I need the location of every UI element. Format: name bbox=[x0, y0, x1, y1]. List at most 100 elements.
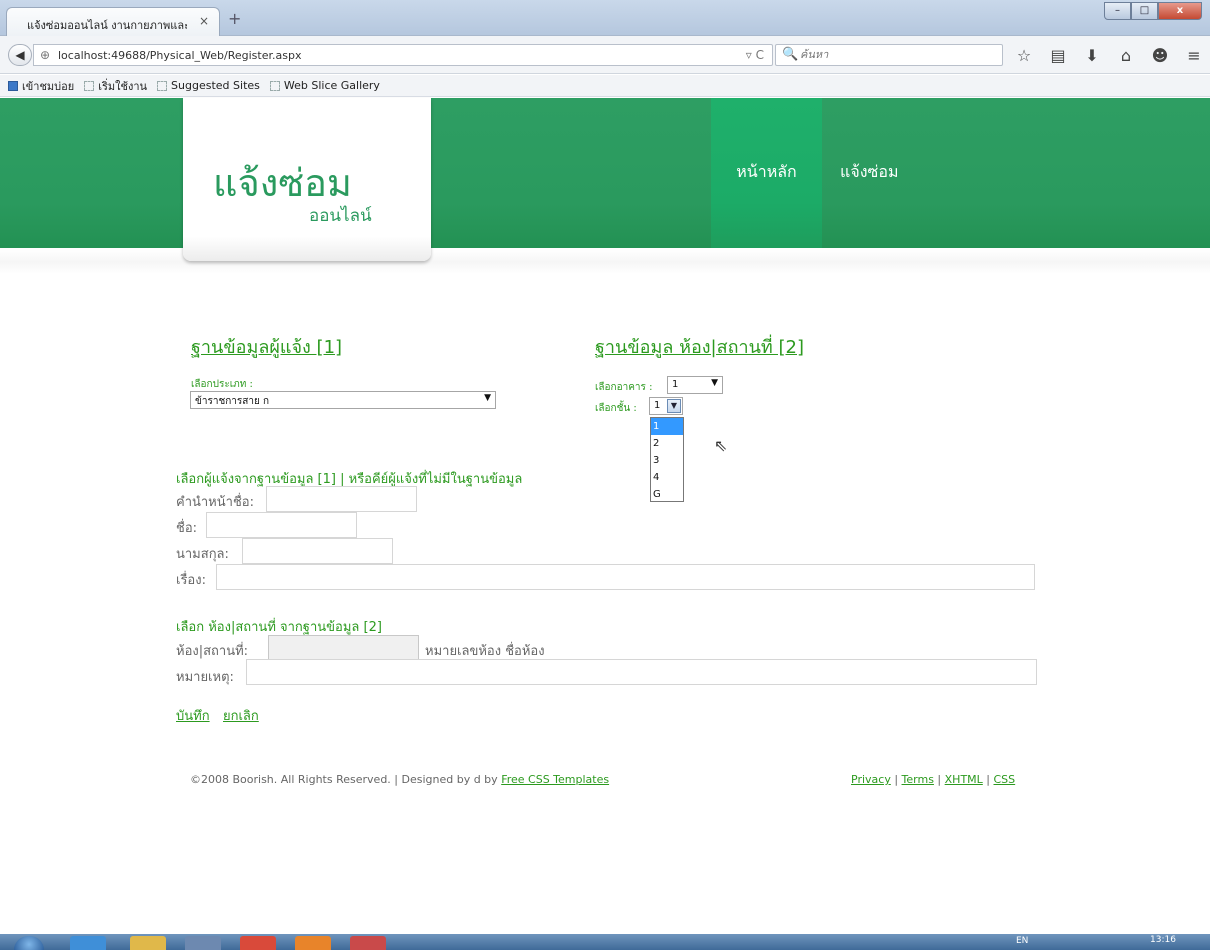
url-text: localhost:49688/Physical_Web/Register.as… bbox=[58, 49, 302, 62]
lastname-label: นามสกุล: bbox=[176, 547, 229, 562]
chevron-down-icon: ▼ bbox=[711, 378, 718, 388]
privacy-link[interactable]: Privacy bbox=[851, 773, 891, 786]
bookmark-most-visited[interactable]: เข้าชมบ่อย bbox=[8, 77, 74, 95]
floor-label: เลือกชั้น : bbox=[595, 403, 637, 414]
footer-links: Privacy | Terms | XHTML | CSS bbox=[851, 773, 1015, 786]
search-input[interactable] bbox=[800, 48, 990, 61]
maximize-button[interactable]: □ bbox=[1131, 2, 1158, 20]
language-indicator[interactable]: EN bbox=[1016, 936, 1028, 946]
section-reporter-title: ฐานข้อมูลผู้แจ้ง [1] bbox=[191, 337, 343, 358]
nav-report[interactable]: แจ้งซ่อม bbox=[840, 160, 899, 185]
home-icon[interactable]: ⌂ bbox=[1116, 46, 1136, 65]
navigation-toolbar: ◀ ⊕ localhost:49688/Physical_Web/Registe… bbox=[0, 36, 1210, 74]
chevron-down-icon: ▼ bbox=[484, 393, 491, 403]
bookmark-star-icon[interactable]: ☆ bbox=[1014, 46, 1034, 65]
chat-icon[interactable]: ☻ bbox=[1150, 46, 1170, 65]
mouse-cursor-icon: ⇖ bbox=[714, 436, 728, 455]
building-select[interactable]: 1 ▼ bbox=[667, 376, 723, 394]
bookmark-web-slice-gallery[interactable]: Web Slice Gallery bbox=[269, 79, 380, 92]
app-taskbar-icon[interactable] bbox=[185, 936, 221, 950]
css-link[interactable]: CSS bbox=[994, 773, 1016, 786]
note-label: หมายเหตุ: bbox=[176, 670, 234, 685]
browser-tab-strip: แจ้งซ่อมออนไลน์ งานกายภาพและ... × + – □ … bbox=[0, 0, 1210, 36]
page-icon bbox=[269, 80, 280, 91]
browser-tools: ☆ ▤ ⬇ ⌂ ☻ ≡ bbox=[1014, 46, 1204, 65]
back-button[interactable]: ◀ bbox=[8, 44, 32, 66]
floor-option[interactable]: 4 bbox=[651, 469, 683, 486]
tab-close-icon[interactable]: × bbox=[199, 14, 209, 28]
window-controls: – □ x bbox=[1104, 2, 1202, 20]
section-location-title: ฐานข้อมูล ห้อง|สถานที่ [2] bbox=[595, 337, 804, 358]
reading-list-icon[interactable]: ▤ bbox=[1048, 46, 1068, 65]
templates-link[interactable]: Free CSS Templates bbox=[501, 773, 609, 786]
floor-select-value: 1 bbox=[654, 400, 661, 411]
chrome-taskbar-icon[interactable] bbox=[240, 936, 276, 950]
firstname-input[interactable] bbox=[206, 512, 357, 538]
site-header bbox=[0, 98, 1210, 248]
new-tab-button[interactable]: + bbox=[228, 9, 241, 28]
xhtml-link[interactable]: XHTML bbox=[945, 773, 983, 786]
type-select-value: ข้าราชการสาย ก bbox=[195, 396, 270, 407]
subject-input[interactable] bbox=[216, 564, 1035, 590]
page-icon bbox=[84, 80, 95, 91]
type-select[interactable]: ข้าราชการสาย ก ▼ bbox=[190, 391, 496, 409]
bookmark-label: Web Slice Gallery bbox=[283, 79, 380, 92]
room-hint: หมายเลขห้อง ชื่อห้อง bbox=[425, 644, 545, 659]
site-identity-icon[interactable]: ⊕ bbox=[40, 48, 50, 62]
downloads-icon[interactable]: ⬇ bbox=[1082, 46, 1102, 65]
room-label: ห้อง|สถานที่: bbox=[176, 644, 249, 659]
copyright-text: ©2008 Boorish. All Rights Reserved. | De… bbox=[190, 773, 502, 786]
building-select-value: 1 bbox=[672, 379, 679, 390]
chevron-down-icon[interactable]: ▼ bbox=[667, 399, 681, 413]
bookmark-getting-started[interactable]: เริ่มใช้งาน bbox=[84, 77, 147, 95]
subject-label: เรื่อง: bbox=[176, 573, 206, 588]
firefox-taskbar-icon[interactable] bbox=[295, 936, 331, 950]
bookmark-suggested-sites[interactable]: Suggested Sites bbox=[157, 79, 260, 92]
floor-option[interactable]: G bbox=[651, 486, 683, 503]
footer-copyright: ©2008 Boorish. All Rights Reserved. | De… bbox=[190, 773, 609, 786]
bookmark-folder-icon bbox=[8, 80, 18, 91]
floor-option[interactable]: 2 bbox=[651, 435, 683, 452]
search-bar[interactable]: 🔍 bbox=[775, 44, 1003, 66]
prefix-label: คำนำหน้าชื่อ: bbox=[176, 495, 254, 510]
firstname-label: ชื่อ: bbox=[176, 521, 198, 536]
tab-title: แจ้งซ่อมออนไลน์ งานกายภาพและ... bbox=[27, 19, 187, 32]
save-link[interactable]: บันทึก bbox=[176, 705, 210, 726]
menu-icon[interactable]: ≡ bbox=[1184, 46, 1204, 65]
location-heading: เลือก ห้อง|สถานที่ จากฐานข้อมูล [2] bbox=[176, 620, 382, 635]
minimize-button[interactable]: – bbox=[1104, 2, 1131, 20]
terms-link[interactable]: Terms bbox=[902, 773, 934, 786]
windows-taskbar bbox=[0, 934, 1210, 950]
separator: | bbox=[890, 773, 902, 786]
type-label: เลือกประเภท : bbox=[191, 379, 253, 390]
lastname-input[interactable] bbox=[242, 538, 393, 564]
page-icon bbox=[157, 80, 168, 91]
explorer-taskbar-icon[interactable] bbox=[130, 936, 166, 950]
cancel-link[interactable]: ยกเลิก bbox=[223, 705, 259, 726]
browser-tab[interactable]: แจ้งซ่อมออนไลน์ งานกายภาพและ... × bbox=[6, 7, 220, 36]
close-window-button[interactable]: x bbox=[1158, 2, 1202, 20]
note-input[interactable] bbox=[246, 659, 1037, 685]
prefix-input[interactable] bbox=[266, 486, 417, 512]
logo-subtitle: ออนไลน์ bbox=[309, 206, 372, 226]
app2-taskbar-icon[interactable] bbox=[350, 936, 386, 950]
room-input[interactable] bbox=[268, 635, 419, 661]
bookmark-label: เริ่มใช้งาน bbox=[98, 79, 148, 93]
reload-icon[interactable]: ▿ C bbox=[746, 48, 764, 62]
clock[interactable]: 13:16 bbox=[1150, 935, 1176, 945]
header-shadow bbox=[0, 250, 1210, 274]
nav-home[interactable]: หน้าหลัก bbox=[711, 98, 822, 248]
floor-dropdown-list[interactable]: 1 2 3 4 G bbox=[650, 417, 684, 502]
floor-option[interactable]: 1 bbox=[651, 418, 683, 435]
building-label: เลือกอาคาร : bbox=[595, 382, 653, 393]
bookmark-label: เข้าชมบ่อย bbox=[22, 79, 75, 93]
address-bar[interactable]: ⊕ localhost:49688/Physical_Web/Register.… bbox=[33, 44, 773, 66]
bookmarks-toolbar: เข้าชมบ่อย เริ่มใช้งาน Suggested Sites W… bbox=[0, 75, 1210, 97]
separator: | bbox=[933, 773, 945, 786]
floor-option[interactable]: 3 bbox=[651, 452, 683, 469]
search-icon: 🔍 bbox=[782, 47, 799, 62]
ie-taskbar-icon[interactable] bbox=[70, 936, 106, 950]
bookmark-label: Suggested Sites bbox=[171, 79, 260, 92]
separator: | bbox=[982, 773, 994, 786]
site-logo[interactable]: แจ้งซ่อม ออนไลน์ bbox=[183, 98, 431, 261]
